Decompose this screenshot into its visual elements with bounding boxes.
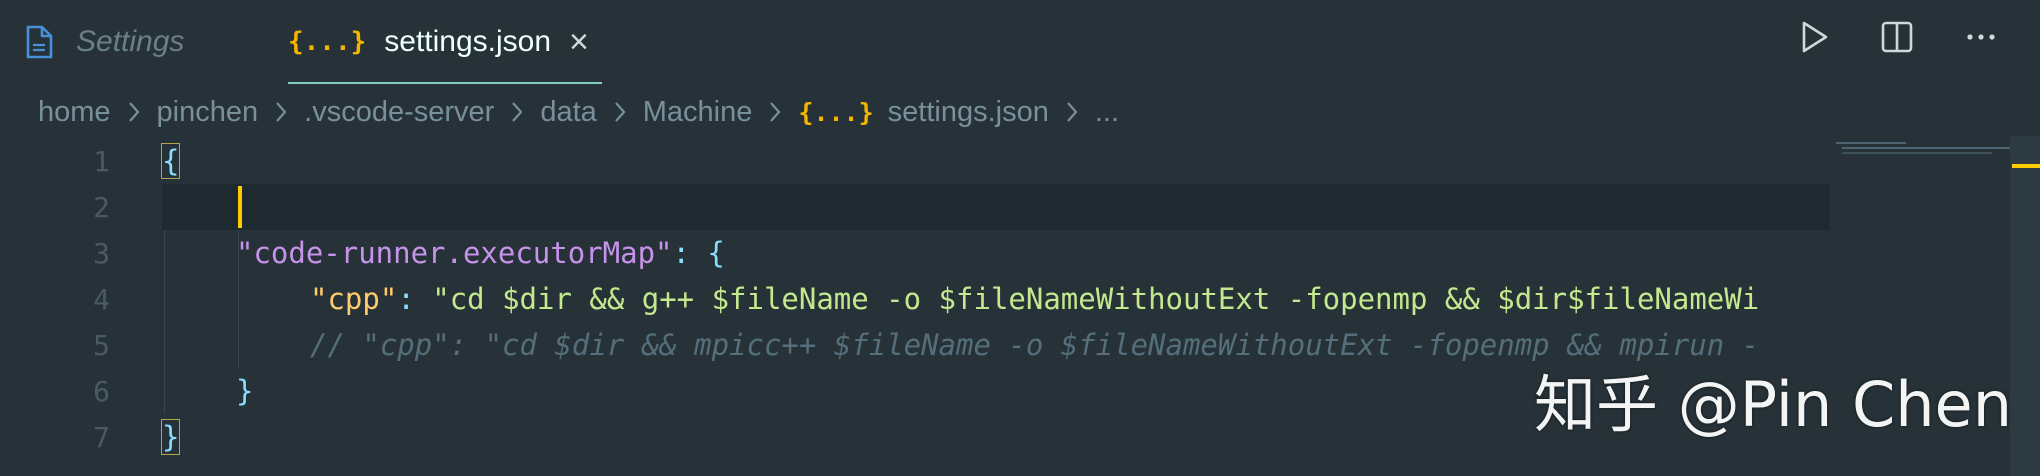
json-key: "code-runner.executorMap" <box>236 236 673 270</box>
current-line-highlight <box>162 184 1830 230</box>
code-line: 1 { <box>0 138 1830 184</box>
breadcrumb-item-settings-json[interactable]: settings.json <box>888 96 1049 129</box>
chevron-right-icon <box>611 99 629 125</box>
code-text: } <box>236 374 254 408</box>
json-braces-icon: {...} <box>288 27 367 57</box>
breadcrumb-item-machine[interactable]: Machine <box>643 96 753 129</box>
code-text: } <box>160 419 181 455</box>
line-number: 2 <box>93 190 110 224</box>
breadcrumb-item-more[interactable]: ... <box>1095 96 1119 129</box>
text-cursor <box>238 186 242 228</box>
minimap-line <box>1842 152 1992 154</box>
json-key: "cpp" <box>310 282 398 316</box>
line-number: 5 <box>93 328 110 362</box>
close-icon[interactable]: × <box>569 25 589 59</box>
editor-actions <box>1794 18 2000 61</box>
json-string-value: "cd $dir && g++ $fileName -o $fileNameWi… <box>432 282 1760 316</box>
breadcrumb-item-home[interactable]: home <box>38 96 111 129</box>
run-icon[interactable] <box>1794 18 1832 61</box>
tab-settings-json[interactable]: {...} settings.json × <box>288 0 602 84</box>
json-colon: : <box>397 282 433 316</box>
code-line: 3 "code-runner.executorMap": { <box>0 230 1830 276</box>
scrollbar-cursor-marker <box>2012 164 2040 168</box>
split-editor-icon[interactable] <box>1878 18 1916 61</box>
code-text: "cpp": "cd $dir && g++ $fileName -o $fil… <box>310 282 1759 316</box>
breadcrumb: home pinchen .vscode-server data Machine… <box>38 88 1119 136</box>
file-icon <box>24 25 54 59</box>
chevron-right-icon <box>272 99 290 125</box>
minimap-line <box>1836 142 1906 144</box>
tab-label: settings.json <box>384 25 552 58</box>
tab-label: Settings <box>76 25 185 58</box>
tab-settings[interactable]: Settings <box>24 0 184 84</box>
watermark: 知乎 @Pin Chen <box>1534 368 2012 441</box>
code-line: 4 "cpp": "cd $dir && g++ $fileName -o $f… <box>0 276 1830 322</box>
tab-bar: Settings {...} settings.json × <box>0 0 2040 84</box>
code-line-current: 2 <box>0 184 1830 230</box>
line-number: 6 <box>93 374 110 408</box>
vertical-scrollbar[interactable] <box>2010 136 2040 476</box>
code-text: "code-runner.executorMap": { <box>236 236 725 270</box>
json-braces-icon: {...} <box>798 97 874 127</box>
json-brace: { <box>707 236 725 270</box>
line-number: 3 <box>93 236 110 270</box>
chevron-right-icon <box>125 99 143 125</box>
breadcrumb-item-data[interactable]: data <box>540 96 596 129</box>
breadcrumb-item-pinchen[interactable]: pinchen <box>157 96 259 129</box>
json-colon: : <box>672 236 708 270</box>
chevron-right-icon <box>1063 99 1081 125</box>
minimap-line <box>1842 147 2010 149</box>
breadcrumb-item-vscode-server[interactable]: .vscode-server <box>304 96 494 129</box>
code-text: { <box>160 143 181 179</box>
chevron-right-icon <box>766 99 784 125</box>
line-number: 4 <box>93 282 110 316</box>
line-number: 1 <box>93 144 110 178</box>
more-actions-icon[interactable] <box>1962 18 2000 61</box>
chevron-right-icon <box>508 99 526 125</box>
line-number: 7 <box>93 420 110 454</box>
